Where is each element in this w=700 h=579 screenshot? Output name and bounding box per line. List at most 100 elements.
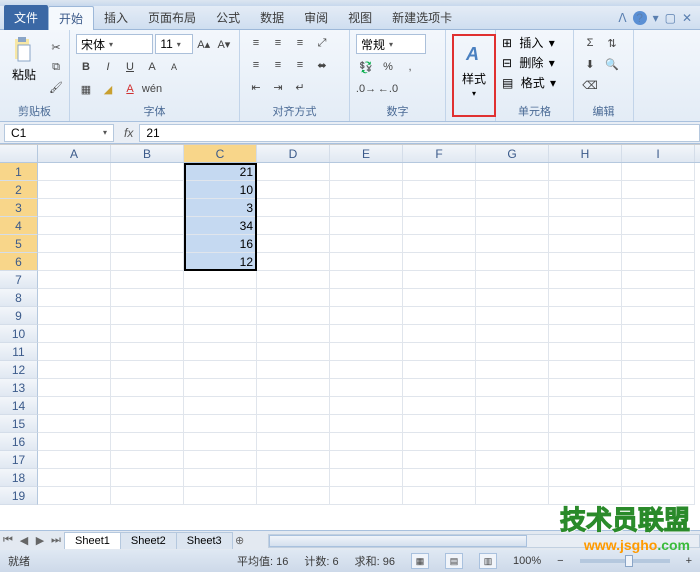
sheet-tab-2[interactable]: Sheet2 (120, 532, 177, 549)
cell[interactable] (111, 289, 184, 307)
cell[interactable] (476, 307, 549, 325)
cell[interactable] (257, 397, 330, 415)
cell[interactable] (622, 271, 695, 289)
align-right-button[interactable]: ≡ (290, 56, 310, 74)
formula-input[interactable]: 21 (139, 124, 700, 142)
cell[interactable] (38, 343, 111, 361)
align-bottom-button[interactable]: ≡ (290, 34, 310, 52)
cell[interactable] (111, 271, 184, 289)
align-left-button[interactable]: ≡ (246, 56, 266, 74)
cell[interactable] (111, 181, 184, 199)
horizontal-scrollbar[interactable] (268, 534, 700, 548)
cell[interactable] (38, 433, 111, 451)
cell[interactable] (476, 199, 549, 217)
cell[interactable] (184, 289, 257, 307)
cell[interactable] (257, 199, 330, 217)
cell[interactable] (111, 325, 184, 343)
view-normal-button[interactable]: ▦ (411, 553, 429, 569)
cell[interactable]: 16 (184, 235, 257, 253)
tab-layout[interactable]: 页面布局 (138, 6, 206, 29)
cell[interactable]: 21 (184, 163, 257, 181)
cell[interactable] (622, 235, 695, 253)
decrease-decimal-button[interactable]: ←.0 (378, 80, 398, 98)
cell[interactable] (549, 487, 622, 505)
cell[interactable] (622, 253, 695, 271)
cell[interactable] (403, 163, 476, 181)
format-painter-button[interactable]: 🖌 (46, 79, 66, 97)
cell[interactable] (476, 217, 549, 235)
align-middle-button[interactable]: ≡ (268, 34, 288, 52)
row-header[interactable]: 3 (0, 199, 38, 217)
tab-formulas[interactable]: 公式 (206, 6, 250, 29)
cell[interactable] (403, 235, 476, 253)
column-header-B[interactable]: B (111, 145, 184, 162)
zoom-in-button[interactable]: + (686, 555, 692, 567)
row-header[interactable]: 5 (0, 235, 38, 253)
window-close-icon[interactable]: ✕ (682, 11, 692, 25)
cell[interactable] (622, 217, 695, 235)
cell[interactable] (549, 307, 622, 325)
cell[interactable] (549, 379, 622, 397)
cell[interactable] (111, 217, 184, 235)
cell[interactable] (476, 361, 549, 379)
tab-file[interactable]: 文件 (4, 5, 48, 30)
font-grow-icon[interactable]: A (142, 58, 162, 76)
tab-new[interactable]: 新建选项卡 (382, 6, 462, 29)
delete-cells-button[interactable]: ⊟ 删除 ▾ (502, 54, 567, 71)
zoom-out-button[interactable]: − (557, 555, 563, 567)
cell[interactable] (476, 415, 549, 433)
cell[interactable] (622, 379, 695, 397)
cell[interactable] (622, 289, 695, 307)
column-header-G[interactable]: G (476, 145, 549, 162)
cell[interactable] (476, 343, 549, 361)
cell[interactable]: 3 (184, 199, 257, 217)
cell[interactable] (38, 325, 111, 343)
cell[interactable] (403, 181, 476, 199)
cell[interactable] (257, 181, 330, 199)
name-box[interactable]: C1 ▾ (4, 124, 114, 142)
cell[interactable] (38, 361, 111, 379)
cell[interactable] (476, 469, 549, 487)
minimize-ribbon-icon[interactable]: ᐱ (618, 11, 626, 25)
cell[interactable] (38, 415, 111, 433)
cell[interactable] (257, 451, 330, 469)
underline-button[interactable]: U (120, 58, 140, 76)
cell[interactable] (476, 451, 549, 469)
tab-data[interactable]: 数据 (250, 6, 294, 29)
cell[interactable] (257, 379, 330, 397)
font-size-dropdown[interactable]: 11▾ (155, 34, 192, 54)
row-header[interactable]: 14 (0, 397, 38, 415)
cell[interactable] (38, 271, 111, 289)
cell[interactable] (549, 451, 622, 469)
row-header[interactable]: 15 (0, 415, 38, 433)
format-cells-button[interactable]: ▤ 格式 ▾ (502, 74, 567, 91)
tab-home[interactable]: 开始 (48, 6, 94, 30)
cell[interactable] (330, 433, 403, 451)
cell[interactable] (330, 325, 403, 343)
cell[interactable] (622, 343, 695, 361)
cell[interactable] (38, 397, 111, 415)
cell[interactable] (184, 343, 257, 361)
cell[interactable] (549, 415, 622, 433)
select-all-corner[interactable] (0, 145, 38, 162)
currency-button[interactable]: 💱 (356, 58, 376, 76)
row-header[interactable]: 4 (0, 217, 38, 235)
cell[interactable] (476, 253, 549, 271)
cell[interactable] (330, 361, 403, 379)
fill-button[interactable]: ⬇ (580, 55, 600, 73)
cell[interactable] (476, 271, 549, 289)
cell[interactable] (476, 325, 549, 343)
view-pagebreak-button[interactable]: ▥ (479, 553, 497, 569)
row-header[interactable]: 11 (0, 343, 38, 361)
cell[interactable] (111, 487, 184, 505)
cell[interactable] (257, 271, 330, 289)
column-header-C[interactable]: C (184, 145, 257, 162)
row-header[interactable]: 8 (0, 289, 38, 307)
font-shrink-icon[interactable]: A (164, 58, 184, 76)
column-header-E[interactable]: E (330, 145, 403, 162)
cell[interactable] (330, 307, 403, 325)
cell[interactable] (549, 163, 622, 181)
cell[interactable] (549, 433, 622, 451)
row-header[interactable]: 17 (0, 451, 38, 469)
comma-button[interactable]: , (400, 58, 420, 76)
